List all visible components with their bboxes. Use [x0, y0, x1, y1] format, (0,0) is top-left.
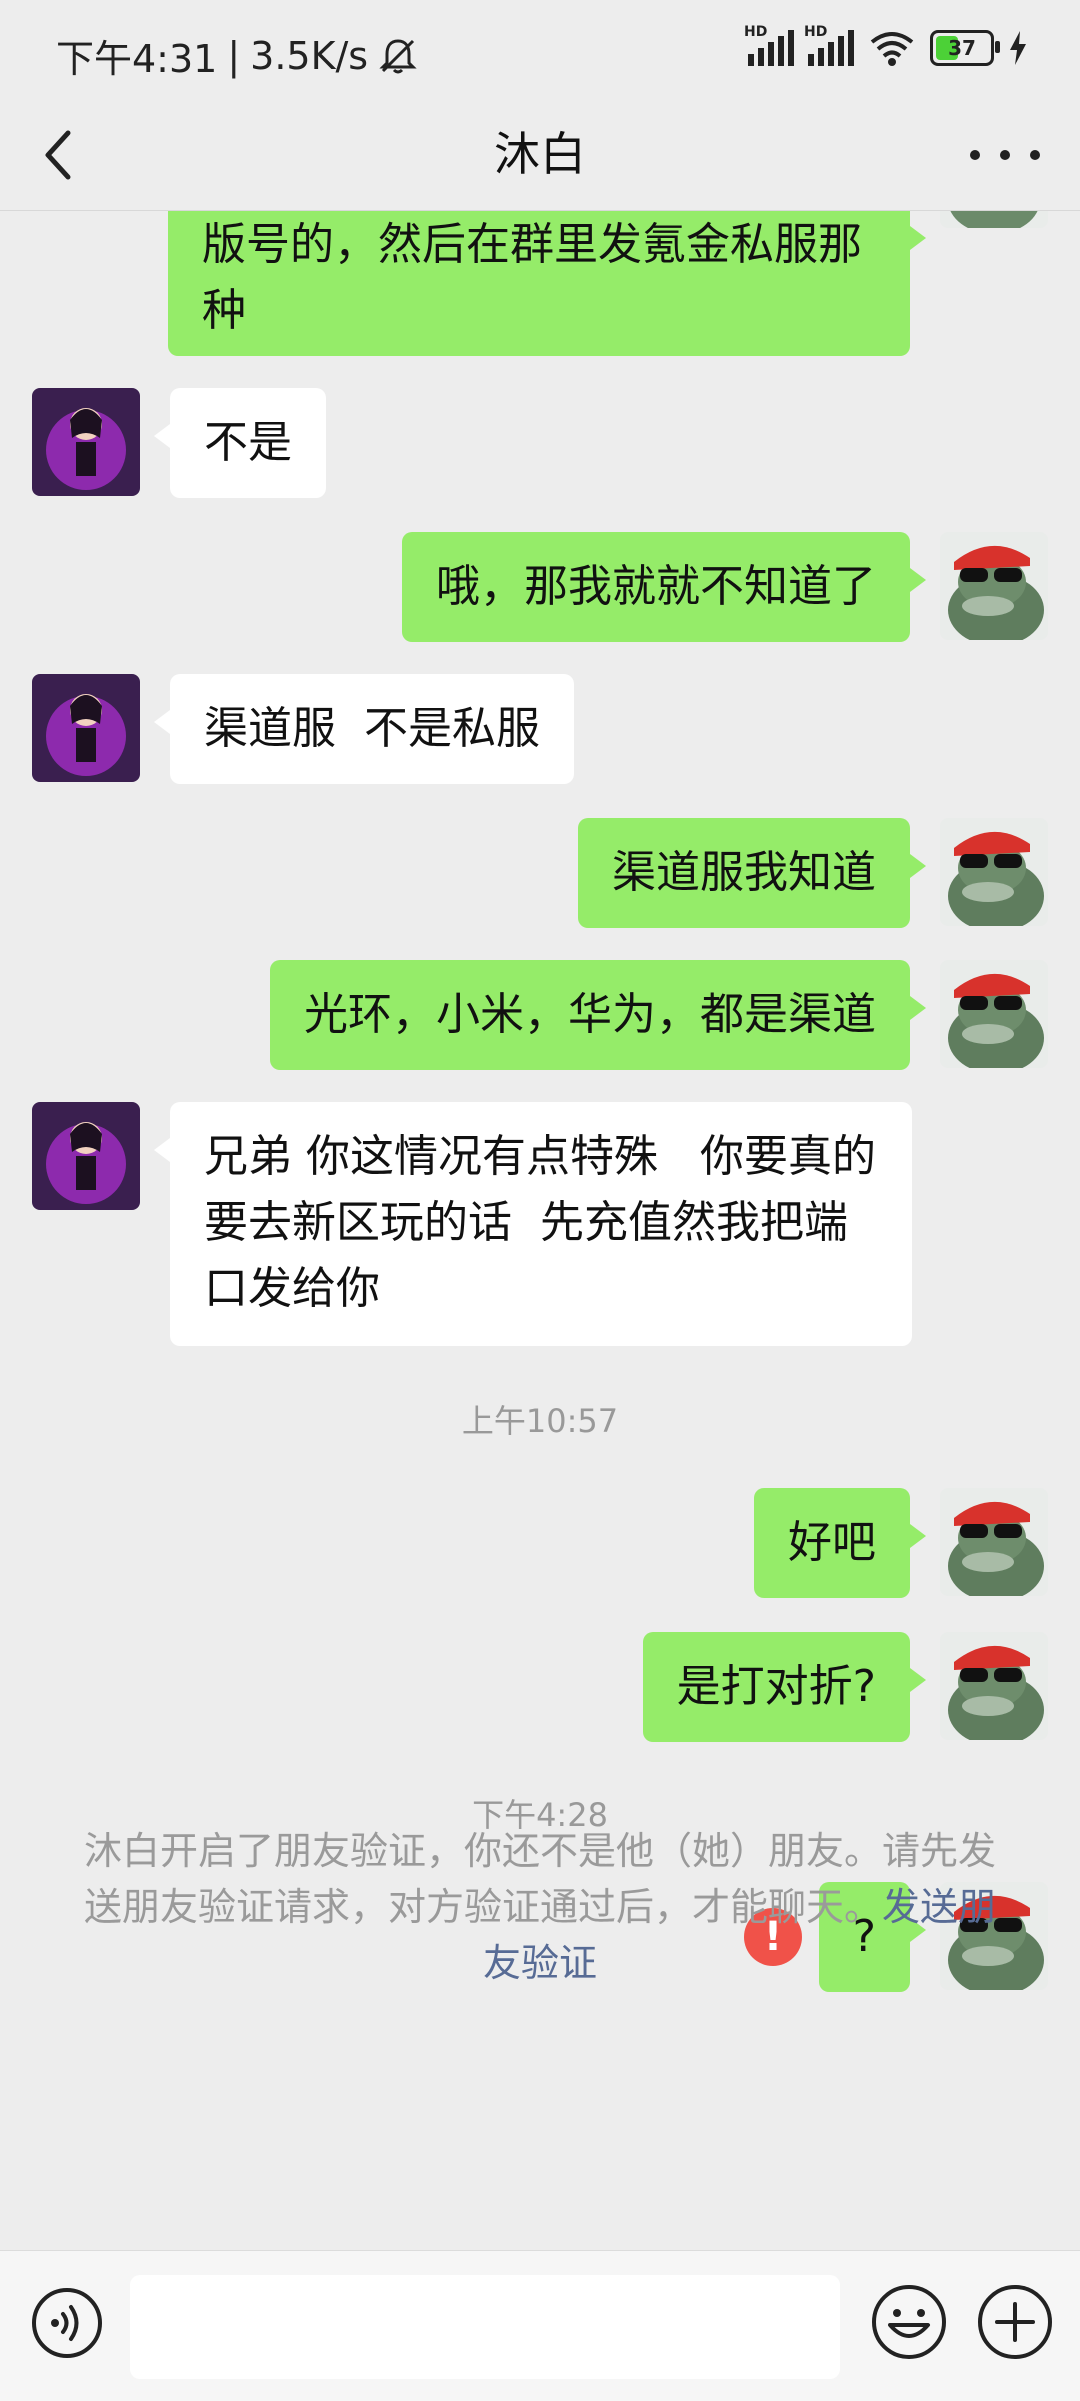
- input-bar: [0, 2250, 1080, 2401]
- emoji-icon[interactable]: [870, 2283, 948, 2361]
- battery-level: 37: [948, 36, 976, 60]
- message-bubble-me[interactable]: 是打对折?: [642, 1632, 927, 1742]
- contact-avatar[interactable]: [32, 388, 140, 496]
- mute-bell-icon: [379, 38, 417, 73]
- message-bubble-me[interactable]: 好吧: [754, 1488, 926, 1598]
- signal-hd-label-2: HD: [804, 24, 828, 40]
- notice-text: 沐白开启了朋友验证，你还不是他（她）朋友。请先发送朋友验证请求，对方验证通过后，…: [83, 1829, 996, 1929]
- status-left: 下午4:31 | 3.5K/s: [56, 28, 418, 83]
- message-bubble-me[interactable]: 哦，那我就就不知道了: [402, 532, 926, 642]
- battery-icon: 37: [930, 30, 1000, 66]
- nav-bar: 沐白: [0, 100, 1080, 211]
- my-avatar[interactable]: [940, 818, 1048, 926]
- contact-avatar[interactable]: [32, 674, 140, 782]
- friend-verification-notice: 沐白开启了朋友验证，你还不是他（她）朋友。请先发送朋友验证请求，对方验证通过后，…: [80, 1823, 1000, 1991]
- message-bubble-me[interactable]: 版号的，然后在群里发氪金私服那 种: [168, 210, 926, 356]
- message-bubble-me[interactable]: 渠道服我知道: [578, 818, 926, 928]
- my-avatar[interactable]: [940, 210, 1048, 228]
- message-bubble-other[interactable]: 不是: [154, 388, 326, 498]
- status-time: 下午4:31: [56, 37, 218, 81]
- contact-avatar[interactable]: [32, 1102, 140, 1210]
- my-avatar[interactable]: [940, 532, 1048, 640]
- timestamp: 上午10:57: [461, 1402, 619, 1440]
- chat-title: 沐白: [494, 127, 586, 181]
- message-input[interactable]: [130, 2275, 840, 2379]
- status-separator: |: [227, 33, 241, 78]
- message-bubble-me[interactable]: 光环，小米，华为，都是渠道: [270, 960, 926, 1070]
- plus-icon[interactable]: [976, 2283, 1054, 2361]
- status-right: HD HD 37: [744, 24, 1028, 66]
- message-bubble-other[interactable]: 渠道服 不是私服: [154, 674, 574, 784]
- status-bar: 下午4:31 | 3.5K/s HD HD 37: [0, 0, 1080, 100]
- charging-bolt-icon: [1010, 31, 1026, 65]
- my-avatar[interactable]: [940, 1488, 1048, 1596]
- more-dots-icon[interactable]: [970, 130, 1040, 180]
- wifi-icon: [870, 32, 914, 66]
- voice-icon[interactable]: [30, 2286, 104, 2360]
- status-net-speed: 3.5K/s: [250, 33, 369, 78]
- message-bubble-other[interactable]: 兄弟 你这情况有点特殊 你要真的 要去新区玩的话 先充值然我把端 口发给你: [154, 1102, 912, 1346]
- signal-icon-2: HD: [804, 24, 854, 66]
- signal-icon: HD: [744, 24, 794, 66]
- my-avatar[interactable]: [940, 960, 1048, 1068]
- my-avatar[interactable]: [940, 1632, 1048, 1740]
- signal-hd-label: HD: [744, 24, 768, 40]
